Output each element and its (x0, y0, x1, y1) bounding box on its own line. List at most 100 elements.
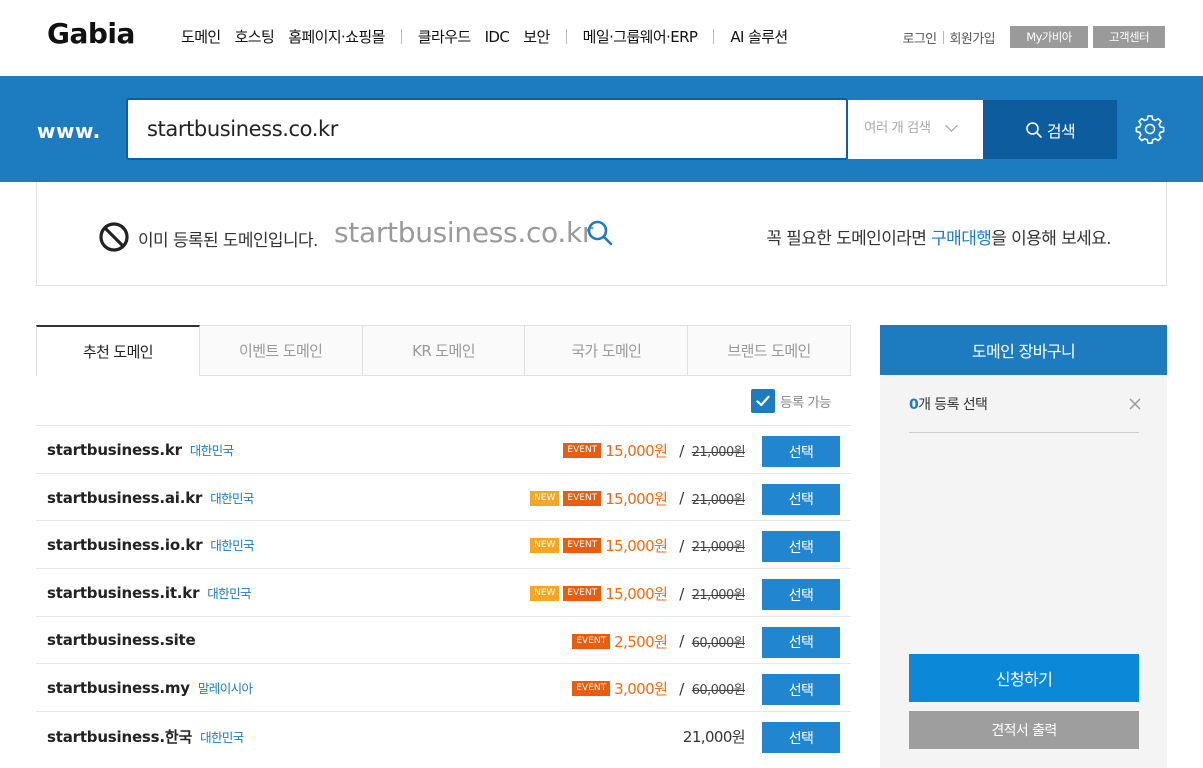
domain-row: startbusiness.kr 대한민국 EVENT 15,000원 / 21,000원… (36, 425, 851, 473)
menu-cloud[interactable]: 클라우드 (418, 26, 471, 47)
select-button[interactable]: 선택 (762, 722, 840, 754)
menu-ai-solution[interactable]: AI 솔루션 (730, 26, 788, 47)
login-link[interactable]: 로그인 (902, 28, 937, 47)
select-button[interactable]: 선택 (762, 436, 840, 467)
sale-price: 15,000원 (605, 489, 668, 508)
domain-country: 대한민국 (200, 730, 244, 746)
domain-price: 21,000원 (682, 726, 746, 747)
domain-name: startbusiness.한국 대한민국 (47, 726, 244, 747)
tab-kr[interactable]: KR 도메인 (362, 325, 526, 376)
signup-link[interactable]: 회원가입 (950, 28, 996, 47)
domain-cart: 도메인 장바구니 0개 등록 선택 신청하기 견적서 출력 (880, 325, 1167, 768)
domain-search-input[interactable]: startbusiness.co.kr (126, 98, 848, 160)
sale-price: 15,000원 (605, 537, 668, 556)
domain-price: EVENT 2,500원 / 60,000원 (572, 631, 746, 652)
multi-search-label: 여러 개 검색 (864, 120, 931, 136)
chevron-down-icon (945, 119, 958, 132)
tab-country[interactable]: 국가 도메인 (525, 325, 689, 376)
event-badge: EVENT (563, 538, 602, 554)
multi-search-dropdown[interactable]: 여러 개 검색 (848, 100, 983, 159)
menu-hosting[interactable]: 호스팅 (235, 26, 275, 47)
available-label: 등록 가능 (780, 395, 832, 411)
event-badge: EVENT (572, 633, 611, 649)
sale-price: 2,500원 (614, 632, 668, 651)
search-button-label: 검색 (1046, 121, 1076, 141)
cart-title: 도메인 장바구니 (880, 325, 1167, 375)
www-prefix: www. (37, 119, 101, 143)
sale-price: 15,000원 (605, 585, 668, 604)
domain-name: startbusiness.ai.kr 대한민국 (47, 488, 254, 507)
select-button[interactable]: 선택 (762, 483, 840, 515)
util-divider (942, 30, 944, 44)
select-button[interactable]: 선택 (762, 531, 840, 563)
domain-name: startbusiness.site (47, 631, 196, 649)
menu-idc[interactable]: IDC (485, 28, 510, 46)
close-icon[interactable] (1128, 397, 1142, 411)
gabia-logo[interactable]: Gabia (47, 17, 135, 50)
whois-search-icon[interactable] (586, 219, 614, 247)
search-button[interactable]: 검색 (983, 100, 1117, 159)
available-only-filter[interactable]: 등록 가능 (751, 389, 832, 413)
sale-price: 3,000원 (614, 680, 668, 699)
domain-name-text: startbusiness.ai.kr (47, 488, 203, 507)
event-badge: EVENT (572, 681, 611, 697)
select-button[interactable]: 선택 (762, 579, 840, 611)
original-price: 60,000원 (691, 683, 746, 699)
registered-status-text: 이미 등록된 도메인입니다. (138, 231, 318, 251)
price-slash: / (679, 632, 684, 651)
purchase-agency-link[interactable]: 구매대행 (931, 229, 992, 249)
domain-row: startbusiness.ai.kr 대한민국 NEW EVENT 15,000원 / 2… (36, 472, 851, 521)
menu-security[interactable]: 보안 (523, 26, 550, 47)
cart-count-number: 0 (909, 397, 919, 413)
event-badge: EVENT (563, 443, 602, 458)
regular-price: 21,000원 (682, 728, 746, 747)
print-quote-button[interactable]: 견적서 출력 (909, 711, 1139, 749)
domain-row: startbusiness.io.kr 대한민국 NEW EVENT 15,000원 / 2… (36, 520, 851, 568)
price-slash: / (679, 679, 684, 698)
new-badge: NEW (530, 586, 560, 602)
domain-price: EVENT 3,000원 / 60,000원 (572, 678, 746, 699)
searched-domain: startbusiness.co.kr (334, 216, 594, 249)
customer-center-button[interactable]: 고객센터 (1093, 26, 1165, 48)
cart-divider (909, 432, 1139, 433)
sale-price: 15,000원 (605, 442, 668, 460)
main-menu: 도메인 호스팅 홈페이지·쇼핑몰 클라우드 IDC 보안 메일·그룹웨어·ERP… (181, 26, 802, 47)
select-button[interactable]: 선택 (762, 674, 840, 706)
select-button[interactable]: 선택 (762, 626, 840, 658)
menu-domain[interactable]: 도메인 (181, 26, 221, 47)
menu-mail-groupware-erp[interactable]: 메일·그룹웨어·ERP (583, 26, 698, 47)
domain-category-tabs: 추천 도메인 이벤트 도메인 KR 도메인 국가 도메인 브랜드 도메인 (36, 325, 851, 376)
utility-links: 로그인 회원가입 My가비아 고객센터 (902, 26, 1165, 48)
domain-name-text: startbusiness.my (47, 679, 190, 698)
event-badge: EVENT (563, 490, 602, 506)
search-icon (1026, 121, 1042, 138)
tab-event[interactable]: 이벤트 도메인 (199, 325, 363, 376)
domain-row: startbusiness.my 말레이시아 EVENT 3,000원 / 60,000원… (36, 663, 851, 711)
menu-homepage-shop[interactable]: 홈페이지·쇼핑몰 (288, 26, 385, 47)
domain-name: startbusiness.my 말레이시아 (47, 678, 253, 698)
new-badge: NEW (530, 538, 560, 554)
domain-row: startbusiness.it.kr 대한민국 NEW EVENT 15,000원 / 2… (36, 568, 851, 616)
original-price: 21,000원 (691, 540, 746, 556)
domain-name-text: startbusiness.한국 (47, 728, 193, 747)
original-price: 21,000원 (691, 588, 746, 604)
apply-button[interactable]: 신청하기 (909, 654, 1139, 702)
domain-country: 대한민국 (189, 443, 234, 458)
domain-name-text: startbusiness.site (47, 630, 196, 649)
domain-country: 말레이시아 (197, 681, 253, 697)
tab-brand[interactable]: 브랜드 도메인 (688, 325, 851, 376)
domain-name: startbusiness.it.kr 대한민국 (47, 583, 251, 602)
note-suffix: 을 이용해 보세요. (991, 229, 1111, 249)
domain-name: startbusiness.io.kr 대한민국 (47, 535, 255, 554)
check-icon (756, 395, 770, 407)
domain-price: NEW EVENT 15,000원 / 21,000원 (530, 488, 746, 509)
domain-country: 대한민국 (210, 538, 255, 554)
settings-gear-icon[interactable] (1135, 114, 1165, 144)
available-checkbox[interactable] (751, 389, 775, 413)
tab-recommended[interactable]: 추천 도메인 (36, 325, 200, 376)
cart-selection-count: 0개 등록 선택 (909, 394, 988, 414)
original-price: 60,000원 (691, 635, 746, 651)
domain-name: startbusiness.kr 대한민국 (47, 440, 234, 459)
my-gabia-button[interactable]: My가비아 (1010, 26, 1088, 48)
cart-count-label: 개 등록 선택 (918, 397, 988, 413)
